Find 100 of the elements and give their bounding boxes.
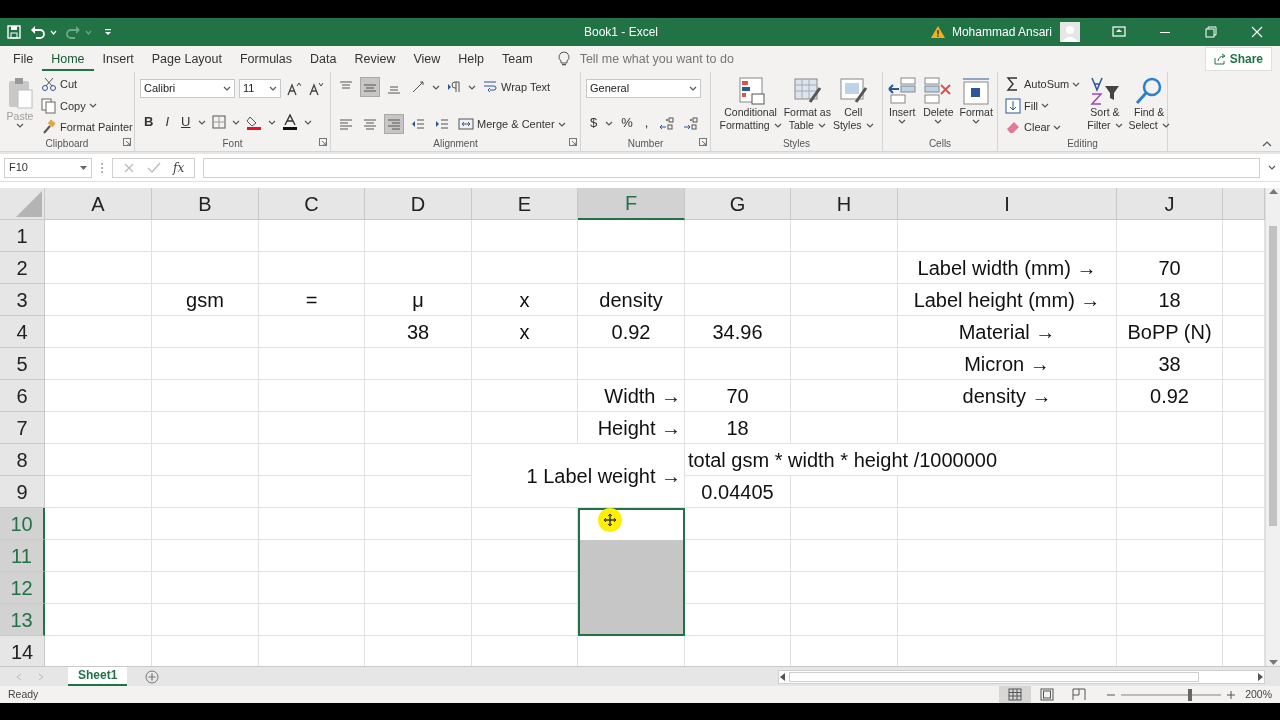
italic-button[interactable]: I <box>161 113 173 131</box>
cells-button[interactable]: Insert <box>886 75 919 136</box>
name-box[interactable]: F10 <box>4 157 92 178</box>
row-header[interactable]: 8 <box>0 444 45 476</box>
row-header[interactable]: 3 <box>0 284 45 316</box>
bold-button[interactable]: B <box>140 113 158 131</box>
cell[interactable]: 38 <box>1117 348 1222 379</box>
search-field[interactable]: Tell me what you want to do <box>577 48 778 70</box>
selected-cell[interactable] <box>578 540 685 572</box>
undo-icon[interactable] <box>30 24 57 40</box>
cell[interactable]: Height → <box>578 412 684 443</box>
column-header[interactable]: F <box>578 188 685 220</box>
menu-tab[interactable]: Team <box>493 47 542 71</box>
cell[interactable]: = <box>259 284 364 315</box>
menu-tab[interactable]: Review <box>345 47 405 71</box>
sort-filter-button[interactable]: Sort & Filter <box>1086 75 1124 136</box>
wrap-text-button[interactable]: Wrap Text <box>480 78 553 96</box>
menu-tab[interactable]: View <box>404 47 450 71</box>
clear-button[interactable]: Clear <box>1003 118 1083 136</box>
row-header[interactable]: 11 <box>0 540 45 572</box>
number-format-field[interactable]: General <box>586 79 701 98</box>
cell[interactable]: 70 <box>1117 252 1222 283</box>
copy-button[interactable]: Copy <box>39 96 135 115</box>
column-header[interactable]: H <box>791 188 898 220</box>
row-header[interactable]: 10 <box>0 508 45 540</box>
cell[interactable]: 18 <box>1117 284 1222 315</box>
cell[interactable]: Label height (mm) → <box>898 284 1116 315</box>
column-header[interactable]: D <box>365 188 472 220</box>
selected-cell[interactable] <box>578 508 685 540</box>
cancel-icon[interactable] <box>123 161 135 174</box>
row-header[interactable]: 2 <box>0 252 45 284</box>
row-header[interactable]: 12 <box>0 572 45 604</box>
share-button[interactable]: Share <box>1204 47 1272 71</box>
percent-button[interactable]: % <box>617 114 637 132</box>
cell[interactable]: Micron → <box>898 348 1116 379</box>
cell[interactable]: density → <box>898 380 1116 411</box>
row-header[interactable]: 6 <box>0 380 45 412</box>
save-icon[interactable] <box>6 24 22 40</box>
row-header[interactable]: 14 <box>0 636 45 666</box>
font-size-field[interactable]: 11 <box>239 79 281 98</box>
column-header[interactable]: I <box>898 188 1117 220</box>
cut-button[interactable]: Cut <box>39 75 135 93</box>
merge-center-button[interactable]: Merge & Center <box>456 115 568 133</box>
ribbon-display-icon[interactable] <box>1111 24 1127 40</box>
scrollbar-thumb[interactable] <box>789 671 1199 682</box>
cell[interactable]: μ <box>365 284 471 315</box>
style-button[interactable]: Conditional Formatting <box>718 75 783 136</box>
underline-button[interactable]: U <box>177 113 195 131</box>
find-select-button[interactable]: Find & Select <box>1127 75 1171 136</box>
column-header[interactable]: G <box>685 188 791 220</box>
menu-tab[interactable]: Data <box>301 47 346 71</box>
cell[interactable]: Width → <box>578 380 684 411</box>
cell[interactable]: 0.92 <box>1117 380 1222 411</box>
cell[interactable]: 70 <box>685 380 790 411</box>
borders-icon[interactable] <box>210 113 229 131</box>
selected-cell[interactable] <box>578 604 685 636</box>
restore-icon[interactable] <box>1203 24 1219 40</box>
cell[interactable]: Label width (mm) → <box>898 252 1116 283</box>
warning-icon[interactable] <box>929 25 946 39</box>
column-header[interactable]: C <box>259 188 365 220</box>
cell[interactable]: 1 Label weight → <box>472 444 684 507</box>
cells-button[interactable]: Delete <box>922 75 955 136</box>
font-name-field[interactable]: Calibri <box>140 79 235 98</box>
menu-tab[interactable]: Page Layout <box>142 47 231 71</box>
column-header[interactable]: B <box>152 188 259 220</box>
fill-button[interactable]: Fill <box>1003 96 1083 115</box>
dialog-launcher-icon[interactable] <box>319 138 327 146</box>
cell[interactable]: 0.04405 <box>685 476 790 507</box>
currency-button[interactable]: $ <box>586 114 602 132</box>
cell[interactable]: 38 <box>365 316 471 347</box>
row-header[interactable]: 4 <box>0 316 45 348</box>
cell[interactable]: gsm <box>152 284 258 315</box>
collapse-ribbon-icon[interactable] <box>1262 141 1272 147</box>
align-lines-icon[interactable] <box>384 114 404 134</box>
cell[interactable]: 34.96 <box>685 316 790 347</box>
normal-view-icon[interactable] <box>999 686 1032 703</box>
dialog-launcher-icon[interactable] <box>123 138 131 146</box>
comma-style-button[interactable]: , <box>640 114 653 132</box>
cell[interactable]: density <box>578 284 684 315</box>
column-header[interactable]: J <box>1117 188 1223 220</box>
horizontal-scrollbar[interactable] <box>778 669 1265 684</box>
formula-field[interactable] <box>203 157 1260 178</box>
autosum-button[interactable]: AutoSum <box>1003 75 1083 93</box>
menu-tab[interactable]: Insert <box>93 47 143 71</box>
user-name[interactable]: Mohammad Ansari <box>951 23 1052 41</box>
row-header[interactable]: 7 <box>0 412 45 444</box>
menu-tab[interactable]: Home <box>42 47 94 71</box>
menu-tab[interactable]: Help <box>449 47 494 71</box>
style-button[interactable]: Cell Styles <box>831 75 875 136</box>
add-sheet-icon[interactable] <box>145 669 160 684</box>
row-header[interactable]: 9 <box>0 476 45 508</box>
scrollbar-thumb[interactable] <box>1269 226 1277 526</box>
vertical-scrollbar[interactable] <box>1265 188 1280 666</box>
cell[interactable]: x <box>472 284 577 315</box>
row-header[interactable]: 5 <box>0 348 45 380</box>
format-painter-button[interactable]: Format Painter <box>39 118 135 136</box>
style-button[interactable]: Format as Table <box>782 75 832 136</box>
column-header[interactable]: A <box>45 188 152 220</box>
dialog-launcher-icon[interactable] <box>699 138 707 146</box>
cell[interactable]: Material → <box>898 316 1116 347</box>
